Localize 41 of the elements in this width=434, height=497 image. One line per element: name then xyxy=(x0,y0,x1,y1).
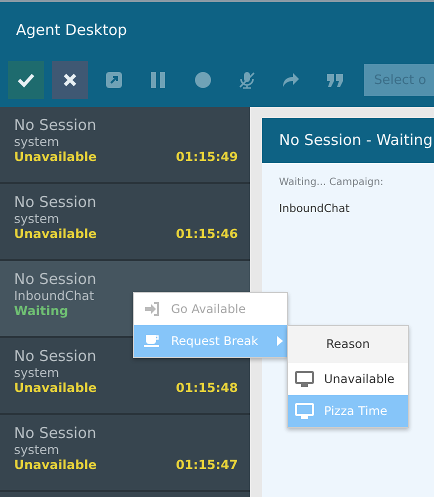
session-name: No Session xyxy=(14,117,96,134)
session-item[interactable]: No Session system Unavailable 01:15:49 xyxy=(0,107,250,184)
session-status: Unavailable xyxy=(14,380,97,396)
session-time: 01:15:48 xyxy=(176,380,238,396)
microphone-off-icon xyxy=(238,71,256,89)
record-icon xyxy=(194,71,212,89)
caret-icon xyxy=(277,336,284,346)
accept-button[interactable] xyxy=(8,61,44,99)
window-title: Agent Desktop xyxy=(15,20,128,41)
session-name: No Session xyxy=(14,194,96,211)
monitor-icon xyxy=(295,371,314,387)
submenu-header: Reason xyxy=(288,326,408,363)
campaign-value: InboundChat xyxy=(278,201,351,215)
menu-item[interactable]: Unavailable xyxy=(288,363,408,395)
reject-button[interactable] xyxy=(52,61,88,99)
session-source: system xyxy=(14,211,60,226)
check-icon xyxy=(17,71,36,89)
session-source: system xyxy=(14,134,60,149)
session-status: Unavailable xyxy=(14,226,97,242)
coffee-cup-icon xyxy=(144,334,160,348)
session-time: 01:15:49 xyxy=(176,149,238,165)
session-time: 01:15:47 xyxy=(176,457,238,473)
expand-icon xyxy=(105,71,124,89)
session-status: Unavailable xyxy=(14,149,97,165)
quote-icon xyxy=(326,71,344,89)
session-name: No Session xyxy=(14,425,96,442)
campaign-label: Waiting... Campaign: xyxy=(278,176,384,188)
monitor-icon xyxy=(295,403,314,419)
share-arrow-icon xyxy=(282,71,300,89)
session-status: Waiting xyxy=(14,303,68,319)
session-time: 01:15:46 xyxy=(176,226,238,242)
sign-in-icon xyxy=(144,302,160,316)
panel-title: No Session - Waiting xyxy=(262,118,434,163)
session-source: InboundChat xyxy=(14,288,94,303)
pause-icon xyxy=(149,71,168,89)
session-name: No Session xyxy=(14,271,96,288)
session-item[interactable]: No Session system Unavailable 01:15:47 xyxy=(0,415,250,492)
session-name: No Session xyxy=(14,348,96,365)
session-status: Unavailable xyxy=(14,457,97,473)
session-source: system xyxy=(14,442,60,457)
session-source: system xyxy=(14,365,60,380)
